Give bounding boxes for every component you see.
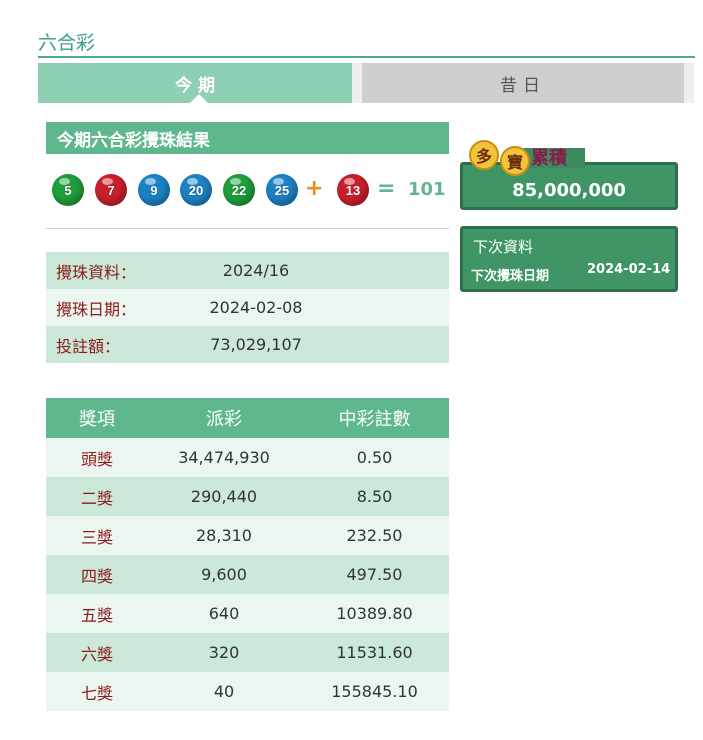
- prize-name: 五獎: [46, 594, 148, 633]
- next-draw-date-label: 下次攪珠日期: [471, 269, 550, 284]
- table-row: 四獎 9,600 497.50: [46, 555, 449, 594]
- badge-char-duo: 多: [469, 140, 499, 170]
- prize-winners: 0.50: [300, 438, 449, 477]
- drawn-balls: 5 7 9 20 22 25 + 13 = 101: [46, 174, 449, 208]
- info-row-turnover: 投註額： 73,029,107: [46, 326, 449, 363]
- plus-sign: +: [305, 176, 324, 201]
- header-payout: 派彩: [148, 398, 300, 438]
- prize-winners: 10389.80: [300, 594, 449, 633]
- prize-name: 四獎: [46, 555, 148, 594]
- info-label: 攪珠日期：: [56, 299, 137, 319]
- prize-name: 二獎: [46, 477, 148, 516]
- badge-char-bao: 寶: [500, 146, 530, 176]
- divider: [46, 228, 449, 229]
- prize-table: 獎項 派彩 中彩註數 頭獎 34,474,930 0.50 二獎 290,440…: [46, 398, 449, 711]
- badge-label: 累積: [531, 148, 567, 169]
- ball-4: 20: [180, 174, 212, 206]
- prize-payout: 640: [148, 594, 300, 633]
- prize-winners: 8.50: [300, 477, 449, 516]
- info-value: 2024-02-08: [209, 298, 303, 317]
- info-label: 攪珠資料：: [56, 262, 137, 282]
- title-underline: [38, 56, 695, 58]
- draw-info: 攪珠資料： 2024/16 攪珠日期： 2024-02-08 投註額： 73,0…: [46, 252, 449, 363]
- prize-name: 六獎: [46, 633, 148, 672]
- jackpot-badge: 多 寶 累積: [469, 140, 589, 176]
- table-row: 頭獎 34,474,930 0.50: [46, 438, 449, 477]
- ball-5: 22: [223, 174, 255, 206]
- prize-name: 七獎: [46, 672, 148, 711]
- ball-1: 5: [52, 174, 84, 206]
- tab-edge: [684, 63, 694, 103]
- table-row: 七獎 40 155845.10: [46, 672, 449, 711]
- tab-separator: [352, 63, 362, 103]
- result-heading: 今期六合彩攪珠結果: [46, 122, 449, 154]
- prize-winners: 232.50: [300, 516, 449, 555]
- table-row: 五獎 640 10389.80: [46, 594, 449, 633]
- table-row: 二獎 290,440 8.50: [46, 477, 449, 516]
- ball-2: 7: [95, 174, 127, 206]
- tab-past[interactable]: 昔日: [362, 63, 684, 103]
- prize-name: 三獎: [46, 516, 148, 555]
- next-draw-panel: 下次資料 下次攪珠日期 2024-02-14: [460, 226, 678, 292]
- info-row-draw-date: 攪珠日期： 2024-02-08: [46, 289, 449, 326]
- prize-table-header: 獎項 派彩 中彩註數: [46, 398, 449, 438]
- info-value: 2024/16: [222, 261, 290, 280]
- prize-winners: 11531.60: [300, 633, 449, 672]
- header-prize: 獎項: [46, 398, 148, 438]
- info-label: 投註額：: [56, 336, 121, 356]
- active-tab-indicator: [190, 94, 208, 103]
- prize-payout: 320: [148, 633, 300, 672]
- equals-sign: =: [377, 176, 396, 201]
- next-draw-title: 下次資料: [473, 238, 534, 256]
- table-row: 三獎 28,310 232.50: [46, 516, 449, 555]
- prize-payout: 290,440: [148, 477, 300, 516]
- prize-payout: 28,310: [148, 516, 300, 555]
- prize-name: 頭獎: [46, 438, 148, 477]
- ball-6: 25: [266, 174, 298, 206]
- table-row: 六獎 320 11531.60: [46, 633, 449, 672]
- ball-sum: 101: [408, 179, 446, 200]
- info-row-draw-id: 攪珠資料： 2024/16: [46, 252, 449, 289]
- header-winners: 中彩註數: [300, 398, 449, 438]
- special-ball: 13: [337, 174, 369, 206]
- info-value: 73,029,107: [210, 335, 302, 354]
- prize-winners: 497.50: [300, 555, 449, 594]
- prize-payout: 34,474,930: [148, 438, 300, 477]
- prize-payout: 9,600: [148, 555, 300, 594]
- ball-3: 9: [138, 174, 170, 206]
- prize-winners: 155845.10: [300, 672, 449, 711]
- section-title: 六合彩: [38, 32, 96, 54]
- prize-payout: 40: [148, 672, 300, 711]
- next-draw-date: 2024-02-14: [587, 262, 671, 277]
